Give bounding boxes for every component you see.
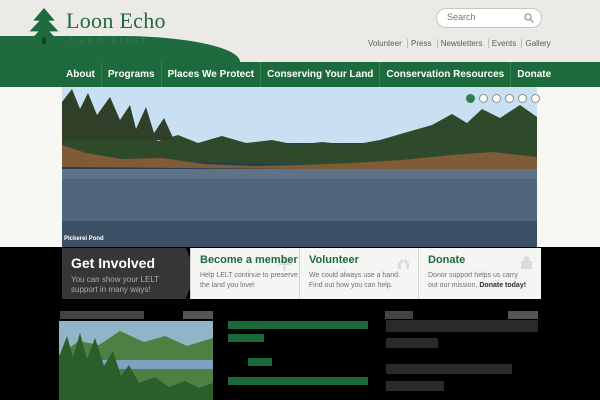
- utility-links: Volunteer Press Newsletters Events Galle…: [368, 39, 551, 48]
- carousel-dot-5[interactable]: [518, 94, 527, 103]
- events-column-tag: [508, 311, 538, 319]
- pine-tree-logo-icon: [26, 8, 62, 44]
- volunteer-text: We could always use a hand. Find out how…: [309, 272, 400, 289]
- news-column-tag: [183, 311, 213, 319]
- hero-caption: Pickerel Pond: [64, 236, 104, 242]
- get-involved-text: You can show your LELT support in many w…: [71, 275, 159, 294]
- news-link-line-3[interactable]: [228, 377, 368, 385]
- nav-about[interactable]: About: [60, 62, 101, 87]
- donate-card[interactable]: Donate Donor support helps us carry out …: [418, 248, 541, 299]
- news-link-line-2[interactable]: [228, 334, 264, 342]
- news-more-link[interactable]: [248, 358, 272, 366]
- pond-scene: [62, 87, 537, 247]
- carousel-dot-3[interactable]: [492, 94, 501, 103]
- donate-title: Donate: [428, 254, 466, 266]
- nav-donate[interactable]: Donate: [510, 62, 557, 87]
- nav-conserving-your-land[interactable]: Conserving Your Land: [260, 62, 379, 87]
- brand-name: Loon Echo: [66, 8, 166, 33]
- carousel-dot-6[interactable]: [531, 94, 540, 103]
- utility-link-gallery[interactable]: Gallery: [521, 39, 553, 48]
- nav-conservation-resources[interactable]: Conservation Resources: [379, 62, 510, 87]
- member-text: Help LELT continue to preserve the land …: [200, 272, 298, 289]
- news-photo[interactable]: [59, 321, 213, 400]
- volunteer-card[interactable]: Volunteer We could always use a hand. Fi…: [299, 248, 418, 299]
- carousel-dot-4[interactable]: [505, 94, 514, 103]
- member-card[interactable]: Become a member Help LELT continue to pr…: [190, 248, 299, 299]
- donate-icon: [521, 256, 532, 269]
- hands-icon: [398, 259, 409, 269]
- cta-cards: Get Involved You can show your LELT supp…: [62, 248, 541, 299]
- nav-items: About Programs Places We Protect Conserv…: [60, 62, 557, 87]
- events-text-line-3: [386, 364, 512, 374]
- get-involved-title: Get Involved: [71, 255, 156, 271]
- events-text-line-2: [386, 338, 438, 348]
- donate-today-link[interactable]: Donate today!: [479, 282, 526, 289]
- news-link-line-1[interactable]: [228, 321, 368, 329]
- mountain-lake-photo: [59, 321, 213, 400]
- utility-link-volunteer[interactable]: Volunteer: [368, 39, 405, 48]
- carousel-dots: [466, 94, 540, 103]
- donate-text: Donor support helps us carry out our mis…: [428, 271, 528, 291]
- carousel-dot-2[interactable]: [479, 94, 488, 103]
- events-text-line-1: [386, 320, 538, 332]
- events-text-line-4: [386, 381, 444, 391]
- nav-programs[interactable]: Programs: [100, 62, 161, 87]
- events-column-heading: [385, 311, 413, 319]
- search-box[interactable]: [436, 8, 542, 28]
- member-title: Become a member: [200, 254, 298, 266]
- utility-link-newsletters[interactable]: Newsletters: [436, 39, 486, 48]
- utility-link-press[interactable]: Press: [407, 39, 434, 48]
- news-column-heading: [60, 311, 144, 319]
- nav-places-we-protect[interactable]: Places We Protect: [160, 62, 261, 87]
- carousel-dot-1[interactable]: [466, 94, 475, 103]
- utility-link-events[interactable]: Events: [487, 39, 519, 48]
- main-navigation: About Programs Places We Protect Conserv…: [0, 62, 600, 87]
- header: Loon Echo Land Trust Volunteer Press New…: [0, 0, 600, 62]
- search-icon[interactable]: [523, 12, 535, 24]
- volunteer-title: Volunteer: [309, 254, 359, 266]
- hero-image: [62, 87, 537, 247]
- brand-tagline: Land Trust: [70, 34, 148, 46]
- search-input[interactable]: [445, 11, 519, 23]
- get-involved-card[interactable]: Get Involved You can show your LELT supp…: [62, 248, 196, 299]
